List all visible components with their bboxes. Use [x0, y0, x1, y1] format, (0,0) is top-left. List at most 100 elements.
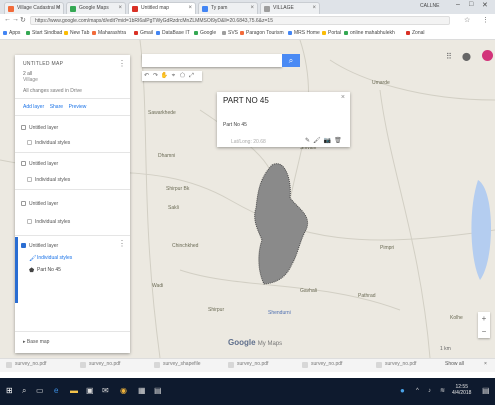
- bookmark-item[interactable]: Start Sindbad: [26, 30, 62, 36]
- network-icon[interactable]: ●: [400, 385, 405, 397]
- download-item[interactable]: survey_no.pdf: [6, 361, 46, 368]
- browser-menu-icon[interactable]: ⋮: [482, 16, 489, 24]
- app-icon[interactable]: ▦: [138, 385, 146, 397]
- feature-item[interactable]: ⬟ Part No 45: [29, 267, 61, 274]
- search-input[interactable]: [142, 54, 282, 67]
- tray-arrow-icon[interactable]: ^: [416, 385, 419, 397]
- download-item[interactable]: survey_no.pdf: [376, 361, 416, 368]
- layer-row[interactable]: Untitled layer: [21, 123, 126, 133]
- layer-checkbox[interactable]: [21, 161, 26, 166]
- minimize-window-icon[interactable]: –: [456, 1, 460, 8]
- layer-styles-link[interactable]: 🖌 Individual styles: [29, 255, 72, 262]
- map-canvas[interactable]: Umarde Sawarkhede Dhamni Shirpur Bk Shiv…: [0, 40, 495, 358]
- style-checkbox[interactable]: [27, 219, 32, 224]
- download-item[interactable]: survey_no.pdf: [80, 361, 120, 368]
- search-icon[interactable]: ⌕: [22, 385, 26, 397]
- add-layer-button[interactable]: Add layer: [23, 104, 44, 110]
- browser-tab[interactable]: VILLAGE ×: [260, 2, 320, 14]
- bookmark-item[interactable]: DataBase IT: [156, 30, 190, 36]
- delete-icon[interactable]: 🗑: [334, 138, 342, 144]
- layer-row[interactable]: Untitled layer: [21, 159, 126, 169]
- close-downloads-icon[interactable]: ×: [484, 361, 487, 367]
- style-checkbox[interactable]: [27, 177, 32, 182]
- browser-tab[interactable]: Village Cadastral M ×: [4, 2, 64, 14]
- search-button[interactable]: ⌕: [282, 54, 300, 67]
- directions-icon[interactable]: ⤢: [187, 71, 196, 81]
- style-icon[interactable]: 🖌: [313, 138, 321, 144]
- preview-button[interactable]: Preview: [69, 104, 87, 110]
- task-view-icon[interactable]: ▭: [36, 385, 44, 397]
- style-checkbox[interactable]: [27, 140, 32, 145]
- download-item[interactable]: survey_shapefile: [154, 361, 201, 368]
- avatar[interactable]: [482, 50, 493, 61]
- layer-options-icon[interactable]: ⋮: [118, 239, 126, 248]
- layer-style-row[interactable]: Individual styles: [21, 175, 126, 185]
- bookmark-item[interactable]: Zonal: [406, 30, 425, 36]
- layer-style-row[interactable]: Individual styles: [21, 138, 126, 148]
- browser-tab[interactable]: Ty pam ×: [198, 2, 258, 14]
- download-item[interactable]: survey_no.pdf: [228, 361, 268, 368]
- select-hand-icon[interactable]: ✋: [160, 71, 169, 81]
- add-marker-icon[interactable]: ⌖: [169, 71, 178, 81]
- forward-icon[interactable]: →: [12, 16, 19, 23]
- file-explorer-icon[interactable]: ▬: [70, 385, 78, 397]
- layer-style-row[interactable]: Individual styles: [21, 217, 126, 227]
- chrome-icon[interactable]: ◉: [120, 385, 127, 397]
- layer-checkbox[interactable]: [21, 201, 26, 206]
- bookmark-item[interactable]: online mahabhulekh: [344, 30, 395, 36]
- share-button[interactable]: Share: [50, 104, 63, 110]
- grid-apps-icon[interactable]: ⠿: [446, 52, 452, 61]
- draw-line-icon[interactable]: ⬠: [178, 71, 187, 81]
- layer-checkbox[interactable]: [21, 125, 26, 130]
- browser-tab[interactable]: Google Maps ×: [66, 2, 126, 14]
- close-tab-icon[interactable]: ×: [250, 3, 254, 14]
- maximize-window-icon[interactable]: □: [469, 1, 473, 8]
- map-title[interactable]: UNTITLED MAP: [23, 61, 63, 67]
- bookmark-item[interactable]: MRS Home: [288, 30, 320, 36]
- bookmark-item[interactable]: Apps: [3, 30, 20, 36]
- layer-checkbox[interactable]: [21, 243, 26, 248]
- reload-icon[interactable]: ↻: [20, 16, 26, 24]
- bookmark-item[interactable]: Portal: [322, 30, 341, 36]
- back-icon[interactable]: ←: [4, 16, 11, 23]
- redo-icon[interactable]: ↷: [151, 71, 160, 81]
- bookmark-item[interactable]: Paragon Tourism: [240, 30, 284, 36]
- taskbar-clock[interactable]: 12:55 4/4/2018: [452, 384, 471, 396]
- bookmark-item[interactable]: Gmail: [134, 30, 153, 36]
- edit-icon[interactable]: ✎: [305, 138, 310, 144]
- base-map-toggle[interactable]: ▸ Base map: [23, 339, 49, 345]
- close-tab-icon[interactable]: ×: [312, 3, 316, 14]
- close-tab-icon[interactable]: ×: [188, 3, 192, 14]
- url-input[interactable]: https://www.google.com/maps/d/edit?mid=1…: [30, 16, 450, 25]
- show-all-downloads-button[interactable]: Show all: [445, 361, 464, 367]
- bookmark-item[interactable]: Google: [194, 30, 216, 36]
- map-options-icon[interactable]: ⋮: [118, 59, 126, 68]
- close-tab-icon[interactable]: ×: [118, 3, 122, 14]
- active-layer-row[interactable]: Untitled layer: [21, 241, 126, 251]
- notifications-icon[interactable]: ⬤: [462, 52, 471, 61]
- layer-row[interactable]: Untitled layer: [21, 199, 126, 209]
- edge-icon[interactable]: e: [54, 385, 58, 397]
- bookmark-item[interactable]: SVS: [222, 30, 238, 36]
- bookmark-icon: [64, 31, 68, 35]
- close-tab-icon[interactable]: ×: [56, 3, 60, 14]
- volume-icon[interactable]: ♪: [428, 385, 431, 397]
- zoom-in-button[interactable]: +: [478, 312, 490, 325]
- notification-center-icon[interactable]: ▤: [482, 385, 490, 397]
- download-item[interactable]: survey_no.pdf: [302, 361, 342, 368]
- wifi-icon[interactable]: ≋: [440, 385, 445, 397]
- bookmark-item[interactable]: Maharashtra: [92, 30, 126, 36]
- store-icon[interactable]: ▣: [86, 385, 94, 397]
- bookmark-item[interactable]: New Tab: [64, 30, 89, 36]
- browser-tab-active[interactable]: Untitled map ×: [128, 2, 196, 14]
- app-icon[interactable]: ▤: [154, 385, 162, 397]
- mail-icon[interactable]: ✉: [102, 385, 109, 397]
- camera-icon[interactable]: 📷: [324, 138, 331, 144]
- undo-icon[interactable]: ↶: [142, 71, 151, 81]
- close-window-icon[interactable]: ✕: [482, 1, 488, 9]
- parcel-polygon[interactable]: [254, 163, 308, 285]
- close-icon[interactable]: ×: [341, 94, 345, 101]
- zoom-out-button[interactable]: −: [478, 325, 490, 338]
- bookmark-star-icon[interactable]: ☆: [464, 16, 470, 24]
- windows-start-icon[interactable]: ⊞: [6, 385, 13, 397]
